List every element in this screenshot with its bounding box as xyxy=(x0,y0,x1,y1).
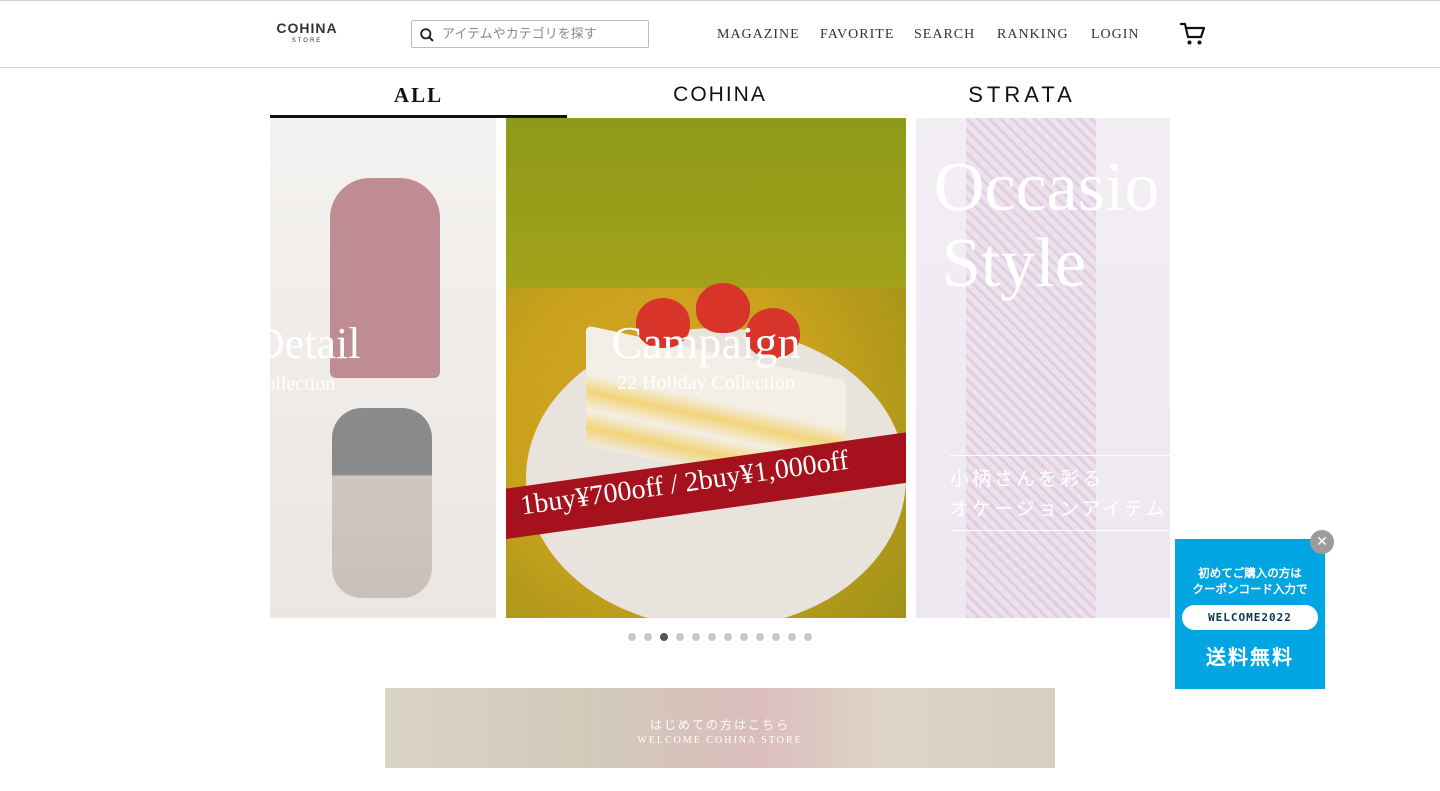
carousel-slide-detail[interactable]: n Detail ay Collection xyxy=(270,118,496,618)
tab-cohina[interactable]: COHINA xyxy=(570,68,870,118)
brand-tabs: ALL COHINA STRATA xyxy=(270,68,1170,118)
carousel-slide-campaign[interactable]: Campaign 22 Holiday Collection 1buy¥700o… xyxy=(506,118,906,618)
slide-subtitle: ay Collection xyxy=(270,373,336,395)
carousel-slide-occasion[interactable]: Occasio Style 小柄さんを彩る オケージョンアイテム xyxy=(916,118,1170,618)
tab-strata-label: STRATA xyxy=(968,82,1076,107)
tab-all-label: ALL xyxy=(393,83,444,107)
slide-jp-line2: オケージョンアイテム xyxy=(950,498,1168,520)
slide-title: n Detail xyxy=(270,319,361,368)
carousel-dot[interactable] xyxy=(804,633,812,641)
nav-magazine[interactable]: MAGAZINE xyxy=(717,27,800,43)
coupon-benefit: 送料無料 xyxy=(1206,645,1294,669)
slide-title-line1: Occasio xyxy=(934,149,1160,226)
close-icon: ✕ xyxy=(1316,534,1328,550)
nav-ranking[interactable]: RANKING xyxy=(997,27,1069,43)
carousel-dot[interactable] xyxy=(756,633,764,641)
carousel-dot[interactable] xyxy=(708,633,716,641)
carousel-dot[interactable] xyxy=(676,633,684,641)
coupon-line2: クーポンコード入力で xyxy=(1192,582,1308,596)
slide-title-line2: Style xyxy=(942,225,1086,302)
carousel-dot[interactable] xyxy=(724,633,732,641)
carousel-dot[interactable] xyxy=(740,633,748,641)
nav-favorite[interactable]: FAVORITE xyxy=(820,27,894,43)
tab-cohina-label: COHINA xyxy=(673,83,767,106)
carousel-dot[interactable] xyxy=(772,633,780,641)
carousel-dot[interactable] xyxy=(628,633,636,641)
carousel-dot[interactable] xyxy=(692,633,700,641)
slide-jp-caption: 小柄さんを彩る オケージョンアイテム xyxy=(950,464,1168,524)
cart-button[interactable] xyxy=(1179,22,1206,51)
divider xyxy=(950,455,1170,456)
global-nav: MAGAZINE FAVORITE SEARCH RANKING LOGIN xyxy=(0,27,1440,45)
slide-background xyxy=(506,118,906,288)
nav-search[interactable]: SEARCH xyxy=(914,27,975,43)
coupon-code: WELCOME2022 xyxy=(1182,605,1318,630)
divider xyxy=(950,530,1170,531)
slide-subtitle: 22 Holiday Collection xyxy=(617,372,795,394)
welcome-banner[interactable]: はじめての方はこちら WELCOME COHINA STORE xyxy=(385,688,1055,768)
cart-icon xyxy=(1179,22,1206,45)
slide-jp-line1: 小柄さんを彩る xyxy=(950,468,1105,490)
tab-strata[interactable]: STRATA xyxy=(872,68,1172,118)
hero-carousel[interactable]: n Detail ay Collection Campaign 22 Holid… xyxy=(270,118,1170,618)
welcome-banner-jp: はじめての方はこちら xyxy=(649,718,790,732)
coupon-popup[interactable]: 初めてご購入の方は クーポンコード入力で WELCOME2022 送料無料 xyxy=(1175,539,1325,689)
slide-title: Campaign xyxy=(611,317,801,368)
carousel-dot-active[interactable] xyxy=(660,633,668,641)
welcome-banner-en: WELCOME COHINA STORE xyxy=(637,735,803,746)
coupon-line1: 初めてご購入の方は xyxy=(1198,566,1302,580)
coupon-close-button[interactable]: ✕ xyxy=(1310,530,1334,554)
carousel-dot[interactable] xyxy=(644,633,652,641)
coupon-description: 初めてご購入の方は クーポンコード入力で xyxy=(1175,565,1325,597)
slide-title: Occasio Style xyxy=(934,150,1159,302)
tab-all[interactable]: ALL xyxy=(270,68,567,118)
carousel-dot[interactable] xyxy=(788,633,796,641)
nav-login[interactable]: LOGIN xyxy=(1091,27,1140,43)
site-header: COHINA STORE MAGAZINE FAVORITE SEARCH RA… xyxy=(0,1,1440,68)
